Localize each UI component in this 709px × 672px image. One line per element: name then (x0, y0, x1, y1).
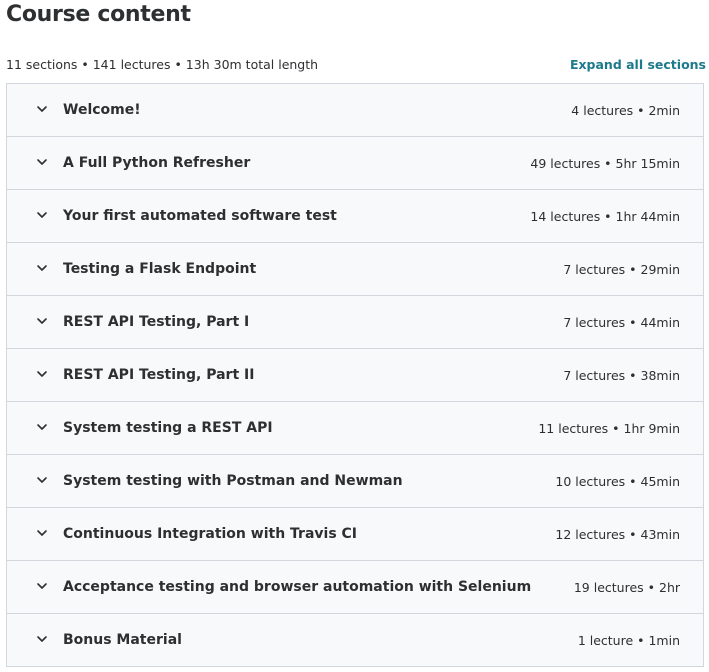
section-meta: 49 lectures • 5hr 15min (530, 155, 680, 171)
section-title: Bonus Material (63, 632, 182, 648)
section-header[interactable]: System testing a REST API 11 lectures • 1… (7, 401, 703, 454)
chevron-down-icon (36, 580, 48, 592)
chevron-down-icon (36, 209, 48, 221)
section-meta: 11 lectures • 1hr 9min (538, 420, 680, 436)
chevron-down-icon (36, 262, 48, 274)
course-summary-row: 11 sections • 141 lectures • 13h 30m tot… (6, 55, 706, 73)
section-header[interactable]: Welcome! 4 lectures • 2min (7, 84, 703, 136)
section-meta: 19 lectures • 2hr (573, 579, 680, 595)
chevron-down-icon (36, 368, 48, 380)
section-list: Welcome! 4 lectures • 2min A Full Python R… (6, 83, 704, 667)
section-title: Continuous Integration with Travis CI (63, 526, 358, 542)
section-title: Welcome! (63, 102, 141, 118)
section-header[interactable]: Bonus Material 1 lecture • 1min (7, 613, 703, 666)
section-meta: 14 lectures • 1hr 44min (530, 208, 680, 224)
page-title: Course content (6, 2, 191, 27)
section-header[interactable]: Testing a Flask Endpoint 7 lectures • 29m… (7, 242, 703, 295)
section-header[interactable]: REST API Testing, Part I 7 lectures • 44m… (7, 295, 703, 348)
chevron-down-icon (36, 527, 48, 539)
chevron-down-icon (36, 474, 48, 486)
section-meta: 7 lectures • 29min (563, 261, 680, 277)
section-title: REST API Testing, Part I (63, 314, 250, 330)
section-meta: 10 lectures • 45min (555, 473, 680, 489)
section-meta: 7 lectures • 44min (563, 314, 680, 330)
section-header[interactable]: System testing with Postman and Newman 10… (7, 454, 703, 507)
course-summary: 11 sections • 141 lectures • 13h 30m tot… (6, 56, 319, 72)
section-header[interactable]: A Full Python Refresher 49 lectures • 5hr… (7, 136, 703, 189)
chevron-down-icon (36, 315, 48, 327)
section-meta: 4 lectures • 2min (571, 102, 680, 118)
section-title: Your first automated software test (63, 208, 337, 224)
section-meta: 1 lecture • 1min (577, 632, 680, 648)
section-header[interactable]: Acceptance testing and browser automatio… (7, 560, 703, 613)
expand-all-sections-button[interactable]: Expand all sections (570, 57, 706, 72)
section-title: REST API Testing, Part II (63, 367, 255, 383)
section-header[interactable]: Continuous Integration with Travis CI 12 … (7, 507, 703, 560)
section-title: System testing a REST API (63, 420, 273, 436)
chevron-down-icon (36, 633, 48, 645)
section-meta: 12 lectures • 43min (555, 526, 680, 542)
section-title: Testing a Flask Endpoint (63, 261, 257, 277)
section-meta: 7 lectures • 38min (563, 367, 680, 383)
section-title: Acceptance testing and browser automatio… (63, 579, 532, 595)
section-header[interactable]: Your first automated software test 14 lec… (7, 189, 703, 242)
chevron-down-icon (36, 421, 48, 433)
chevron-down-icon (36, 156, 48, 168)
section-header[interactable]: REST API Testing, Part II 7 lectures • 38… (7, 348, 703, 401)
section-title: A Full Python Refresher (63, 155, 251, 171)
section-title: System testing with Postman and Newman (63, 473, 403, 489)
chevron-down-icon (36, 103, 48, 115)
